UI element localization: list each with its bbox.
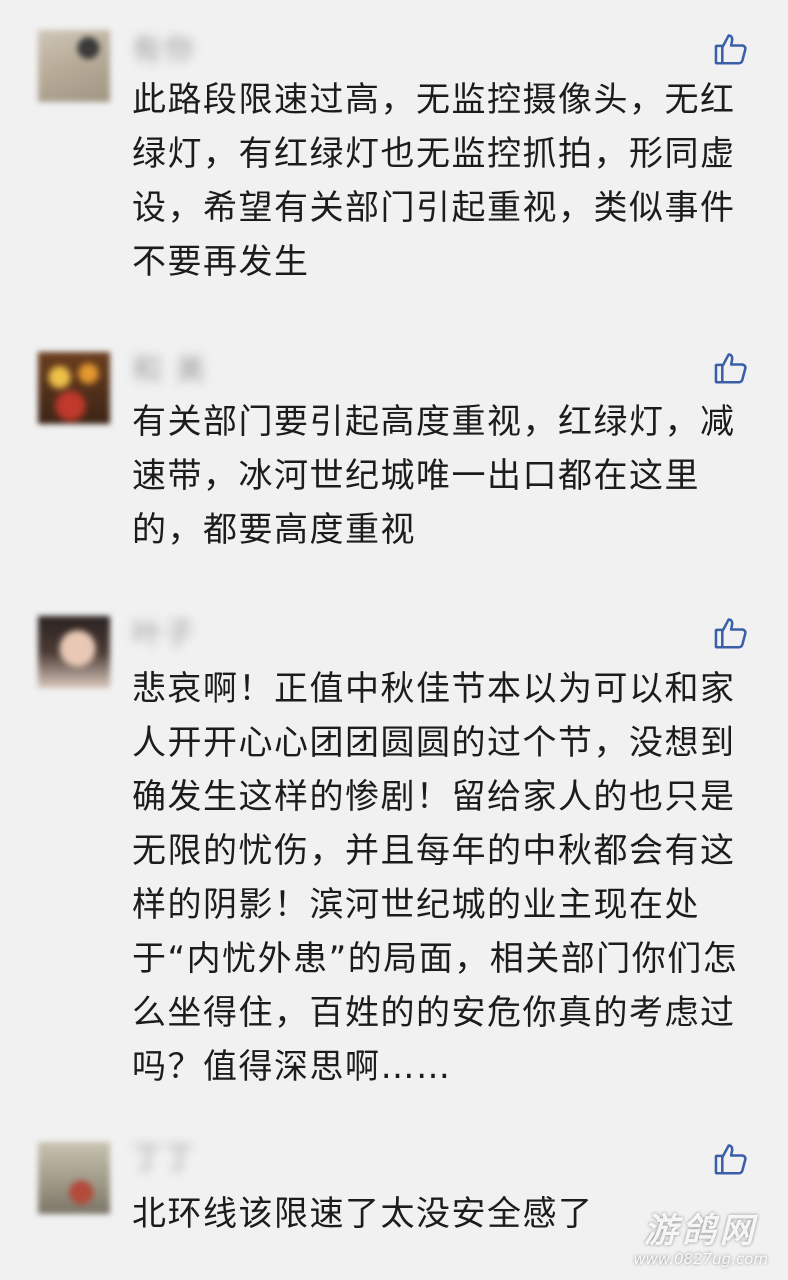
avatar[interactable] xyxy=(38,616,110,688)
commenter-name: 有你 xyxy=(132,33,196,68)
like-button[interactable] xyxy=(712,614,750,652)
like-button[interactable] xyxy=(712,30,750,68)
like-button[interactable] xyxy=(712,349,750,387)
avatar[interactable] xyxy=(38,1142,110,1214)
thumbs-up-icon xyxy=(714,1144,747,1175)
site-watermark: 游鸽网 www.0827ug.com xyxy=(633,1212,768,1268)
comment-text: 有关部门要引起高度重视，红绿灯，减速带，冰河世纪城唯一出口都在这里的，都要高度重… xyxy=(132,402,736,550)
thumbs-up-icon xyxy=(714,618,747,649)
thumbs-up-icon xyxy=(714,34,747,65)
avatar[interactable] xyxy=(38,30,110,102)
watermark-url: www.0827ug.com xyxy=(633,1250,768,1268)
comment-text: 此路段限速过高，无监控摄像头，无红绿灯，有红绿灯也无监控抓拍，形同虚设，希望有关… xyxy=(132,80,736,282)
commenter-name: 和 美 xyxy=(132,353,208,388)
comment-text: 悲哀啊！正值中秋佳节本以为可以和家人开开心心团团圆圆的过个节，没想到确发生这样的… xyxy=(132,669,739,1087)
commenter-name: 叶子 xyxy=(132,617,196,652)
thumbs-up-icon xyxy=(714,353,747,384)
avatar[interactable] xyxy=(38,352,110,424)
like-button[interactable] xyxy=(712,1140,750,1178)
watermark-title: 游鸽网 xyxy=(643,1211,758,1251)
commenter-name: 丁丁 xyxy=(132,1141,196,1176)
